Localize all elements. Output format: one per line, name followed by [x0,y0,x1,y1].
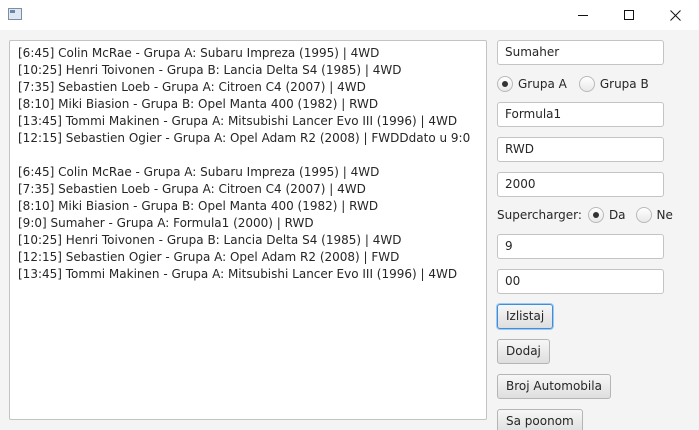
output-line: [10:25] Henri Toivonen - Grupa B: Lancia… [18,233,402,247]
minimize-icon [578,15,588,16]
group-a-label: Grupa A [518,77,567,91]
output-line: [8:10] Miki Biasion - Grupa B: Opel Mant… [18,199,379,213]
radio-unselected-icon [635,207,652,223]
with-supercharger-button[interactable]: Sa poonom [497,409,583,430]
output-line: [12:15] Sebastien Ogier - Grupa A: Opel … [18,131,471,145]
group-radio-group: Grupa A Grupa B [497,74,661,94]
maximize-button[interactable] [606,0,652,30]
drive-field[interactable]: RWD [497,137,664,162]
year-field[interactable]: 2000 [497,172,664,197]
output-line: [13:45] Tommi Makinen - Grupa A: Mitsubi… [18,114,458,128]
supercharger-yes-label: Da [608,208,626,222]
output-line: [8:10] Miki Biasion - Grupa B: Opel Mant… [18,97,379,111]
group-b-label: Grupa B [599,77,649,91]
output-line: [6:45] Colin McRae - Grupa A: Subaru Imp… [18,46,380,60]
driver-name-field[interactable]: Sumaher [497,40,664,65]
count-cars-button[interactable]: Broj Automobila [497,374,611,399]
supercharger-label: Supercharger: [497,208,582,222]
close-button[interactable] [652,0,698,30]
supercharger-no-label: Ne [656,208,673,222]
hour-field[interactable]: 9 [497,234,664,259]
minute-field[interactable]: 00 [497,269,664,294]
title-bar [0,0,699,30]
add-button[interactable]: Dodaj [497,339,550,364]
output-text-area[interactable]: [6:45] Colin McRae - Grupa A: Subaru Imp… [9,40,487,420]
output-line: [6:45] Colin McRae - Grupa A: Subaru Imp… [18,165,380,179]
group-b-radio[interactable]: Grupa B [578,76,649,92]
radio-unselected-icon [578,76,595,92]
radio-selected-icon [587,207,604,223]
main-panel: [6:45] Colin McRae - Grupa A: Subaru Imp… [0,30,699,430]
supercharger-yes-radio[interactable]: Da [587,207,626,223]
car-model-field[interactable]: Formula1 [497,102,664,127]
output-line: [10:25] Henri Toivonen - Grupa B: Lancia… [18,63,402,77]
list-button[interactable]: Izlistaj [497,304,554,329]
supercharger-no-radio[interactable]: Ne [635,207,673,223]
output-line: [13:45] Tommi Makinen - Grupa A: Mitsubi… [18,267,458,281]
radio-selected-icon [497,76,513,92]
output-line: [7:35] Sebastien Loeb - Grupa A: Citroen… [18,182,366,196]
output-line: [12:15] Sebastien Ogier - Grupa A: Opel … [18,250,400,264]
maximize-icon [624,10,634,20]
app-window-icon [8,8,22,20]
output-line: [7:35] Sebastien Loeb - Grupa A: Citroen… [18,80,366,94]
close-icon [669,9,681,21]
group-a-radio[interactable]: Grupa A [497,76,567,92]
supercharger-radio-group: Supercharger: Da Ne [497,205,685,225]
minimize-button[interactable] [560,0,606,30]
output-line: [9:0] Sumaher - Grupa A: Formula1 (2000)… [18,216,314,230]
